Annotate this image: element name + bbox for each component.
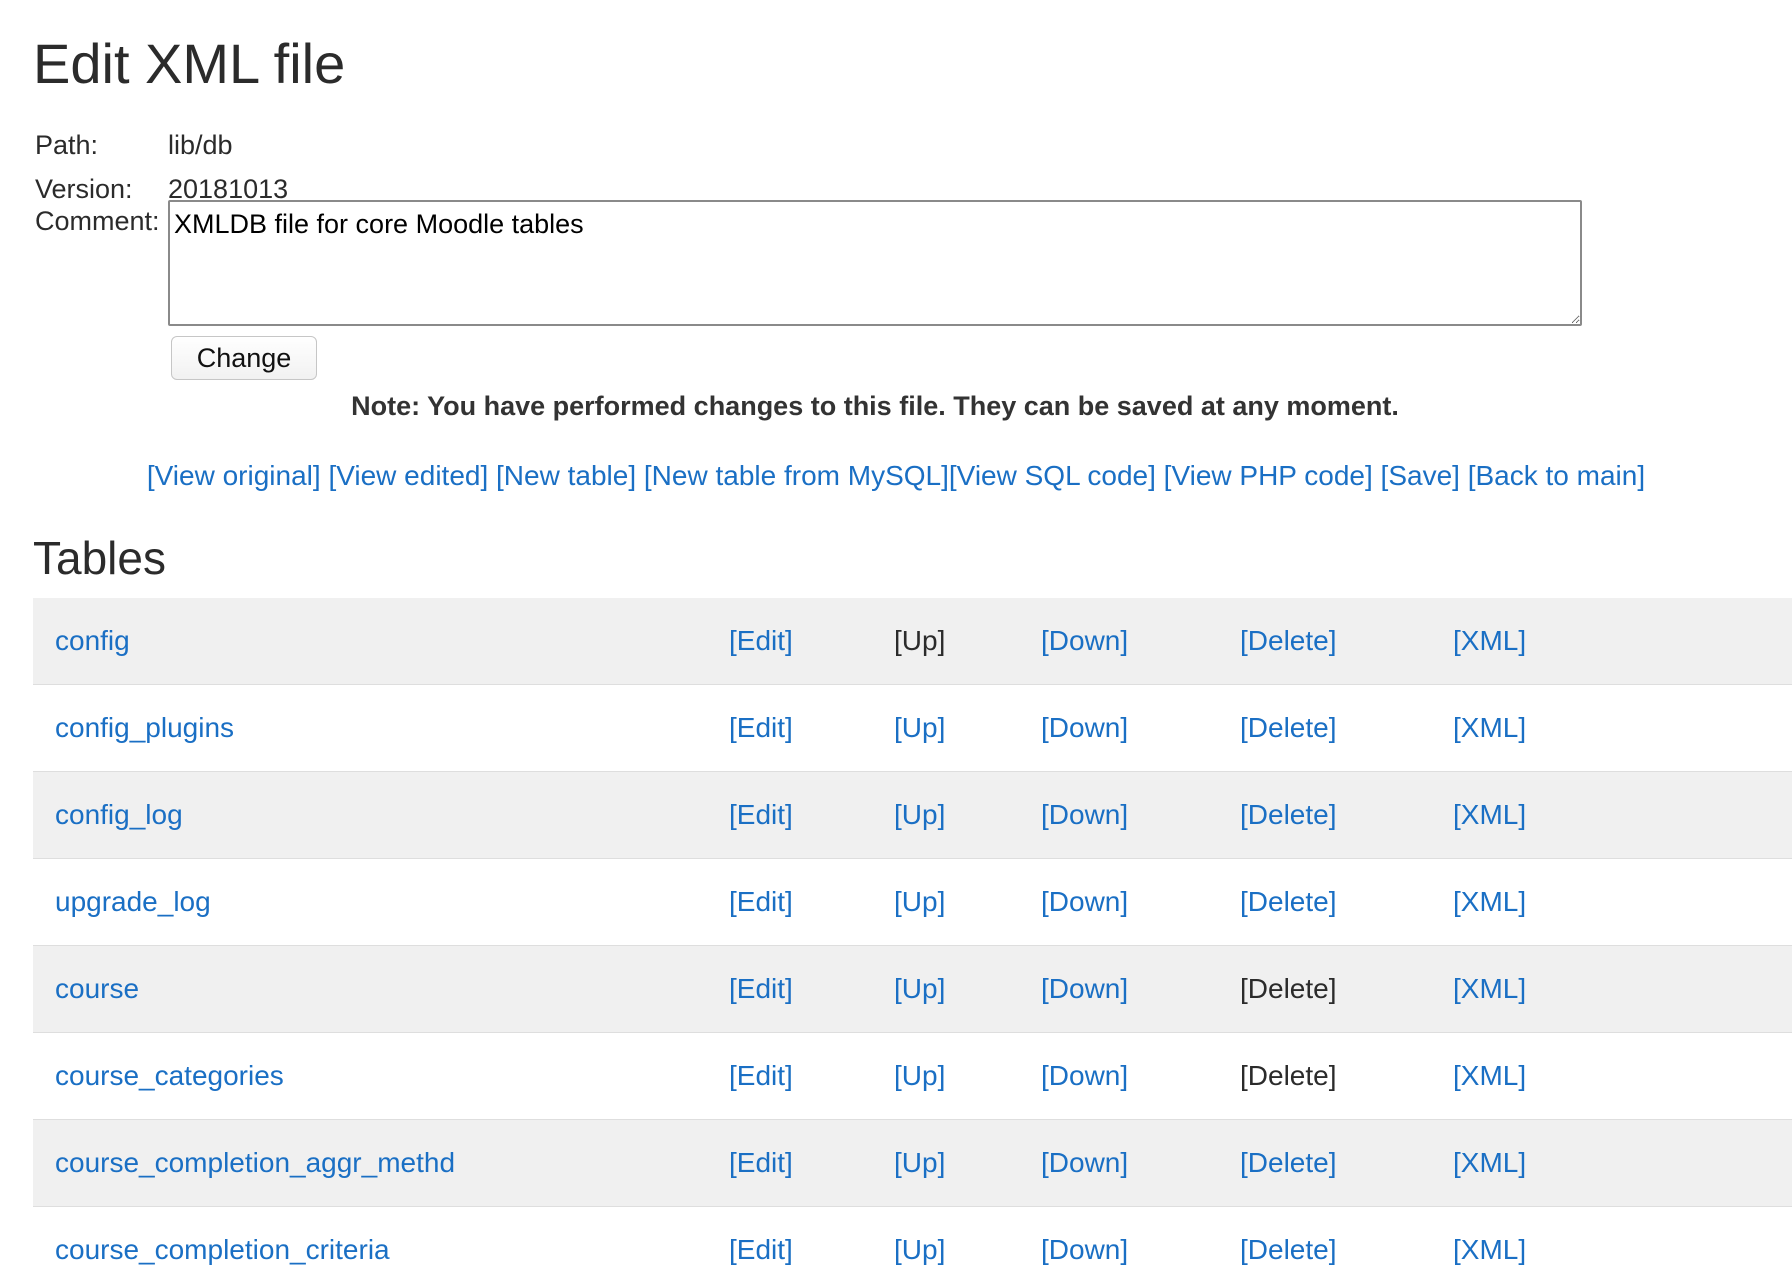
edit-link[interactable]: [Edit] [729, 1033, 793, 1119]
up-disabled: [Up] [894, 625, 946, 656]
tables-heading: Tables [33, 532, 166, 584]
delete-link[interactable]: [Delete] [1240, 1120, 1337, 1206]
table-name-link[interactable]: course_completion_aggr_methd [55, 1120, 455, 1206]
comment-label: Comment: [35, 206, 160, 236]
view-original-link[interactable]: [View original] [147, 460, 321, 491]
view-php-code-link[interactable]: [View PHP code] [1164, 460, 1373, 491]
edit-link[interactable]: [Edit] [729, 946, 793, 1032]
table-row: config_plugins [Edit] [Up] [Down] [Delet… [33, 685, 1792, 772]
file-actions: [View original] [View edited] [New table… [0, 458, 1792, 494]
delete-link[interactable]: [Delete] [1240, 1207, 1337, 1266]
down-link[interactable]: [Down] [1041, 685, 1128, 771]
edit-link[interactable]: [Edit] [729, 772, 793, 858]
edit-link[interactable]: [Edit] [729, 598, 793, 684]
table-name-link[interactable]: config [55, 598, 130, 684]
view-sql-code-link[interactable]: [View SQL code] [949, 460, 1156, 491]
table-name-link[interactable]: course [55, 946, 139, 1032]
up-link[interactable]: [Up] [894, 1033, 945, 1119]
delete-disabled: [Delete] [1240, 1060, 1337, 1091]
delete-link[interactable]: [Delete] [1240, 859, 1337, 945]
up-link[interactable]: [Up] [894, 685, 945, 771]
path-label: Path: [35, 130, 99, 160]
xml-link[interactable]: [XML] [1453, 1033, 1526, 1119]
xml-link[interactable]: [XML] [1453, 685, 1526, 771]
new-table-link[interactable]: [New table] [496, 460, 636, 491]
table-row: course_categories [Edit] [Up] [Down] [De… [33, 1033, 1792, 1120]
up-link[interactable]: [Up] [894, 946, 945, 1032]
down-link[interactable]: [Down] [1041, 946, 1128, 1032]
table-name-link[interactable]: config_log [55, 772, 183, 858]
view-edited-link[interactable]: [View edited] [328, 460, 488, 491]
back-to-main-link[interactable]: [Back to main] [1468, 460, 1645, 491]
save-link[interactable]: [Save] [1381, 460, 1460, 491]
up-link[interactable]: [Up] [894, 1120, 945, 1206]
table-name-link[interactable]: course_categories [55, 1033, 284, 1119]
xml-link[interactable]: [XML] [1453, 946, 1526, 1032]
delete-link[interactable]: [Delete] [1240, 772, 1337, 858]
down-link[interactable]: [Down] [1041, 1033, 1128, 1119]
up-link[interactable]: [Up] [894, 859, 945, 945]
xml-link[interactable]: [XML] [1453, 1120, 1526, 1206]
new-table-from-mysql-link[interactable]: [New table from MySQL] [644, 460, 949, 491]
xml-link[interactable]: [XML] [1453, 859, 1526, 945]
tables-list: config [Edit] [Up] [Down] [Delete] [XML]… [33, 598, 1792, 1266]
down-link[interactable]: [Down] [1041, 598, 1128, 684]
table-name-link[interactable]: config_plugins [55, 685, 234, 771]
change-button[interactable]: Change [171, 336, 317, 380]
delete-link[interactable]: [Delete] [1240, 598, 1337, 684]
up-link[interactable]: [Up] [894, 772, 945, 858]
table-row: upgrade_log [Edit] [Up] [Down] [Delete] … [33, 859, 1792, 946]
comment-textarea[interactable]: XMLDB file for core Moodle tables [168, 200, 1582, 326]
edit-link[interactable]: [Edit] [729, 685, 793, 771]
edit-link[interactable]: [Edit] [729, 859, 793, 945]
path-value: lib/db [168, 130, 233, 160]
table-row: course_completion_criteria [Edit] [Up] [… [33, 1207, 1792, 1266]
down-link[interactable]: [Down] [1041, 1207, 1128, 1266]
table-row: course [Edit] [Up] [Down] [Delete] [XML] [33, 946, 1792, 1033]
up-link[interactable]: [Up] [894, 1207, 945, 1266]
table-row: config_log [Edit] [Up] [Down] [Delete] [… [33, 772, 1792, 859]
delete-disabled: [Delete] [1240, 973, 1337, 1004]
down-link[interactable]: [Down] [1041, 859, 1128, 945]
xml-link[interactable]: [XML] [1453, 772, 1526, 858]
xml-link[interactable]: [XML] [1453, 598, 1526, 684]
changes-note: Note: You have performed changes to this… [351, 391, 1399, 421]
table-name-link[interactable]: upgrade_log [55, 859, 211, 945]
down-link[interactable]: [Down] [1041, 1120, 1128, 1206]
table-row: course_completion_aggr_methd [Edit] [Up]… [33, 1120, 1792, 1207]
xml-link[interactable]: [XML] [1453, 1207, 1526, 1266]
page: Edit XML file Path: lib/db Version: 2018… [0, 0, 1792, 1266]
table-row: config [Edit] [Up] [Down] [Delete] [XML] [33, 598, 1792, 685]
edit-link[interactable]: [Edit] [729, 1207, 793, 1266]
version-label: Version: [35, 174, 133, 204]
edit-link[interactable]: [Edit] [729, 1120, 793, 1206]
page-title: Edit XML file [33, 32, 346, 95]
table-name-link[interactable]: course_completion_criteria [55, 1207, 390, 1266]
delete-link[interactable]: [Delete] [1240, 685, 1337, 771]
down-link[interactable]: [Down] [1041, 772, 1128, 858]
